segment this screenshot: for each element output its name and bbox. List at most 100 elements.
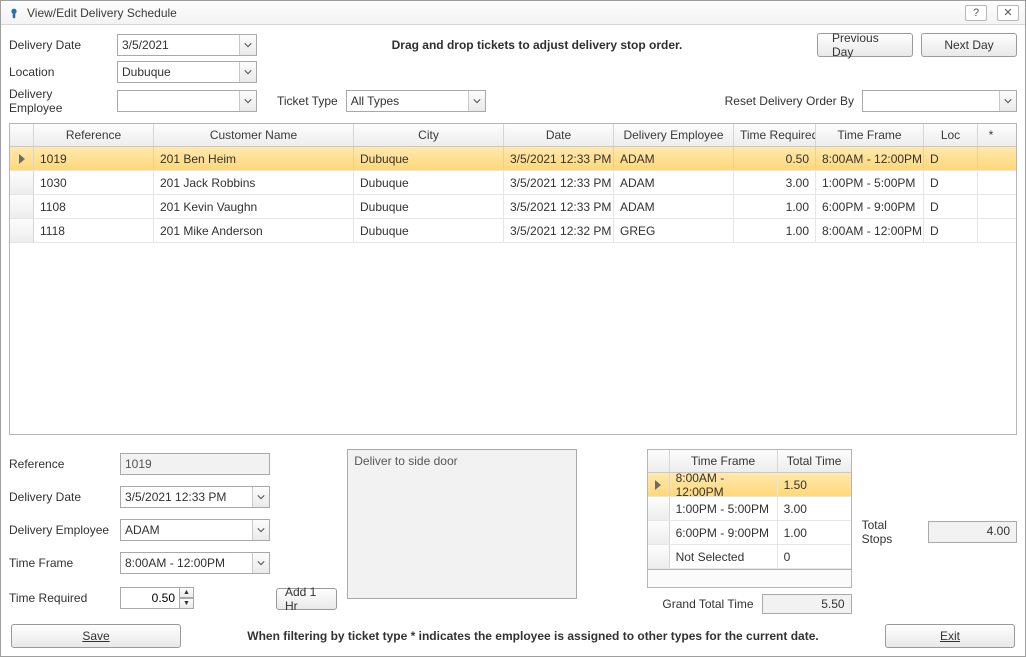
app-icon (7, 6, 21, 20)
total-stops-label: Total Stops (862, 518, 921, 546)
col-reference[interactable]: Reference (34, 124, 154, 146)
cell-customer: 201 Ben Heim (154, 147, 354, 170)
detail-time-frame-label: Time Frame (9, 556, 114, 570)
summary-col-timeframe[interactable]: Time Frame (670, 450, 778, 472)
detail-delivery-employee-combo[interactable]: ADAM (120, 519, 270, 541)
grid-header: Reference Customer Name City Date Delive… (10, 124, 1016, 147)
delivery-employee-label: Delivery Employee (9, 87, 109, 115)
delivery-date-combo[interactable]: 3/5/2021 (117, 34, 257, 56)
col-date[interactable]: Date (504, 124, 614, 146)
row-handle[interactable] (10, 219, 34, 242)
summary-col-totaltime[interactable]: Total Time (778, 450, 851, 472)
row-handle[interactable] (10, 147, 34, 170)
ticket-type-combo[interactable]: All Types (346, 90, 486, 112)
cell-star (978, 219, 1004, 242)
col-city[interactable]: City (354, 124, 504, 146)
summary-row[interactable]: Not Selected0 (648, 545, 851, 569)
grid-header-handle (10, 124, 34, 146)
summary-time-frame: 6:00PM - 9:00PM (670, 521, 778, 544)
cell-reference: 1118 (34, 219, 154, 242)
close-button[interactable]: ✕ (997, 5, 1019, 21)
row-handle[interactable] (648, 473, 670, 496)
time-required-input[interactable] (120, 587, 180, 609)
row-handle[interactable] (10, 171, 34, 194)
chevron-down-icon (999, 91, 1016, 111)
delivery-employee-combo[interactable] (117, 90, 257, 112)
footnote: When filtering by ticket type * indicate… (193, 629, 873, 643)
ticket-type-value: All Types (351, 94, 399, 108)
summary-total-time: 1.50 (778, 473, 851, 496)
chevron-down-icon (252, 487, 269, 507)
col-star[interactable]: * (978, 124, 1004, 146)
cell-loc: D (924, 147, 978, 170)
chevron-down-icon (239, 91, 256, 111)
help-button[interactable]: ? (965, 5, 987, 21)
col-time-frame[interactable]: Time Frame (816, 124, 924, 146)
table-row[interactable]: 1030201 Jack RobbinsDubuque3/5/2021 12:3… (10, 171, 1016, 195)
cell-city: Dubuque (354, 195, 504, 218)
cell-time-frame: 1:00PM - 5:00PM (816, 171, 924, 194)
cell-date: 3/5/2021 12:33 PM (504, 147, 614, 170)
lower-panel: Reference 1019 Delivery Date 3/5/2021 12… (9, 439, 1017, 614)
row-handle[interactable] (10, 195, 34, 218)
delivery-grid[interactable]: Reference Customer Name City Date Delive… (9, 123, 1017, 435)
chevron-down-icon (252, 553, 269, 573)
col-employee[interactable]: Delivery Employee (614, 124, 734, 146)
delivery-date-value: 3/5/2021 (122, 38, 169, 52)
row-handle[interactable] (648, 497, 670, 520)
summary-row[interactable]: 8:00AM - 12:00PM1.50 (648, 473, 851, 497)
summary-time-frame: Not Selected (670, 545, 778, 568)
save-button[interactable]: Save (11, 624, 181, 648)
row-handle[interactable] (648, 521, 670, 544)
cell-employee: ADAM (614, 195, 734, 218)
titlebar: View/Edit Delivery Schedule ? ✕ (1, 1, 1025, 25)
col-customer[interactable]: Customer Name (154, 124, 354, 146)
cell-time-required: 3.00 (734, 171, 816, 194)
detail-delivery-date-combo[interactable]: 3/5/2021 12:33 PM (120, 486, 270, 508)
summary-row[interactable]: 6:00PM - 9:00PM1.00 (648, 521, 851, 545)
cell-loc: D (924, 195, 978, 218)
summary-total-time: 3.00 (778, 497, 851, 520)
col-time-req[interactable]: Time Required (734, 124, 816, 146)
grand-total-label: Grand Total Time (662, 597, 753, 611)
cell-star (978, 171, 1004, 194)
time-required-stepper[interactable]: ▲ ▼ (120, 587, 194, 609)
summary-time-frame: 8:00AM - 12:00PM (670, 473, 778, 496)
previous-day-button[interactable]: Previous Day (817, 33, 913, 57)
cell-employee: GREG (614, 219, 734, 242)
chevron-down-icon (252, 520, 269, 540)
spin-down-icon[interactable]: ▼ (180, 598, 194, 609)
add-1hr-button[interactable]: Add 1 Hr (276, 588, 337, 610)
detail-reference-label: Reference (9, 457, 114, 471)
cell-reference: 1019 (34, 147, 154, 170)
delivery-notes[interactable]: Deliver to side door (347, 449, 576, 599)
detail-time-frame-combo[interactable]: 8:00AM - 12:00PM (120, 552, 270, 574)
location-combo[interactable]: Dubuque (117, 61, 257, 83)
summary-row[interactable]: 1:00PM - 5:00PM3.00 (648, 497, 851, 521)
cell-reference: 1030 (34, 171, 154, 194)
next-day-button[interactable]: Next Day (921, 33, 1017, 57)
chevron-down-icon (468, 91, 485, 111)
total-stops: Total Stops 4.00 (862, 449, 1017, 614)
cell-loc: D (924, 219, 978, 242)
table-row[interactable]: 1118201 Mike AndersonDubuque3/5/2021 12:… (10, 219, 1016, 243)
cell-time-required: 1.00 (734, 195, 816, 218)
reset-order-combo[interactable] (862, 90, 1017, 112)
cell-date: 3/5/2021 12:32 PM (504, 219, 614, 242)
cell-time-frame: 6:00PM - 9:00PM (816, 195, 924, 218)
grid-body[interactable]: 1019201 Ben HeimDubuque3/5/2021 12:33 PM… (10, 147, 1016, 434)
time-frame-summary-grid[interactable]: Time Frame Total Time 8:00AM - 12:00PM1.… (647, 449, 852, 570)
col-loc[interactable]: Loc (924, 124, 978, 146)
spin-up-icon[interactable]: ▲ (180, 587, 194, 598)
cell-date: 3/5/2021 12:33 PM (504, 195, 614, 218)
table-row[interactable]: 1108201 Kevin VaughnDubuque3/5/2021 12:3… (10, 195, 1016, 219)
detail-reference-field: 1019 (120, 453, 270, 475)
summary-time-frame: 1:00PM - 5:00PM (670, 497, 778, 520)
cell-date: 3/5/2021 12:33 PM (504, 171, 614, 194)
window-title: View/Edit Delivery Schedule (27, 6, 965, 20)
cell-city: Dubuque (354, 147, 504, 170)
table-row[interactable]: 1019201 Ben HeimDubuque3/5/2021 12:33 PM… (10, 147, 1016, 171)
exit-button[interactable]: Exit (885, 624, 1015, 648)
cell-time-required: 1.00 (734, 219, 816, 242)
row-handle[interactable] (648, 545, 670, 568)
